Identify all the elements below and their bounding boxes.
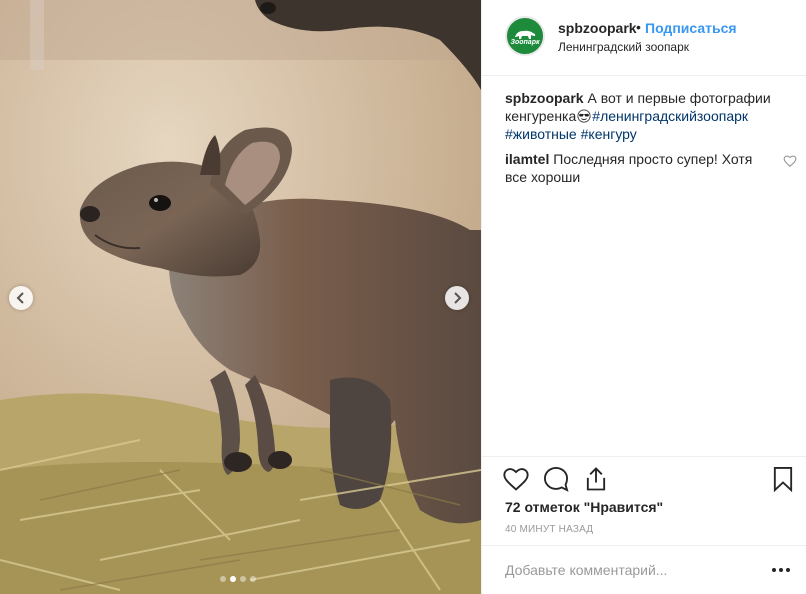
carousel-dot	[250, 576, 256, 582]
carousel-prev-button[interactable]	[9, 286, 33, 310]
likes-count[interactable]: 72 отметок "Нравится"	[505, 499, 663, 515]
comment-username[interactable]: ilamtel	[505, 151, 549, 167]
chevron-right-icon	[454, 292, 462, 304]
carousel-next-button[interactable]	[445, 286, 469, 310]
post-header: Зоопарк spbzoopark • Подписаться Ленингр…	[482, 0, 806, 76]
carousel-indicator	[220, 576, 256, 582]
carousel-dot-active	[230, 576, 236, 582]
comments-list: spbzoopark А вот и первые фотографии кен…	[505, 89, 797, 186]
heart-outline-icon[interactable]	[783, 154, 797, 168]
like-heart-icon[interactable]	[502, 465, 530, 493]
action-bar	[482, 456, 806, 500]
more-dot-icon	[772, 568, 776, 572]
more-dot-icon	[786, 568, 790, 572]
share-upload-icon[interactable]	[582, 465, 610, 493]
hashtag-link[interactable]: #животные	[505, 126, 577, 142]
caption-username[interactable]: spbzoopark	[505, 90, 584, 106]
more-options-button[interactable]	[772, 562, 794, 578]
more-dot-icon	[779, 568, 783, 572]
carousel-dot	[240, 576, 246, 582]
kangaroo-joey-image	[0, 0, 481, 594]
comment-item: ilamtel Последняя просто супер! Хотя все…	[505, 150, 797, 186]
bookmark-icon[interactable]	[769, 465, 797, 493]
follow-button[interactable]: Подписаться	[645, 20, 737, 36]
post-caption: spbzoopark А вот и первые фотографии кен…	[505, 89, 795, 143]
chevron-left-icon	[16, 292, 24, 304]
hashtag-link[interactable]: #ленинградскийзоопарк	[592, 108, 748, 124]
avatar-logo-text: Зоопарк	[510, 38, 540, 46]
hashtag-link[interactable]: #кенгуру	[581, 126, 637, 142]
location-link[interactable]: Ленинградский зоопарк	[558, 40, 689, 54]
carousel-dot	[220, 576, 226, 582]
sunglasses-emoji-icon	[577, 109, 591, 123]
comment-input[interactable]	[505, 558, 755, 582]
header-username[interactable]: spbzoopark	[558, 20, 637, 36]
header-separator: •	[636, 19, 641, 35]
post-timestamp[interactable]: 40 МИНУТ НАЗАД	[505, 524, 593, 535]
add-comment-section	[482, 545, 806, 594]
post-sidebar: Зоопарк spbzoopark • Подписаться Ленингр…	[481, 0, 806, 594]
comment-bubble-icon[interactable]	[542, 465, 570, 493]
post-photo[interactable]	[0, 0, 481, 594]
avatar[interactable]: Зоопарк	[505, 16, 545, 56]
